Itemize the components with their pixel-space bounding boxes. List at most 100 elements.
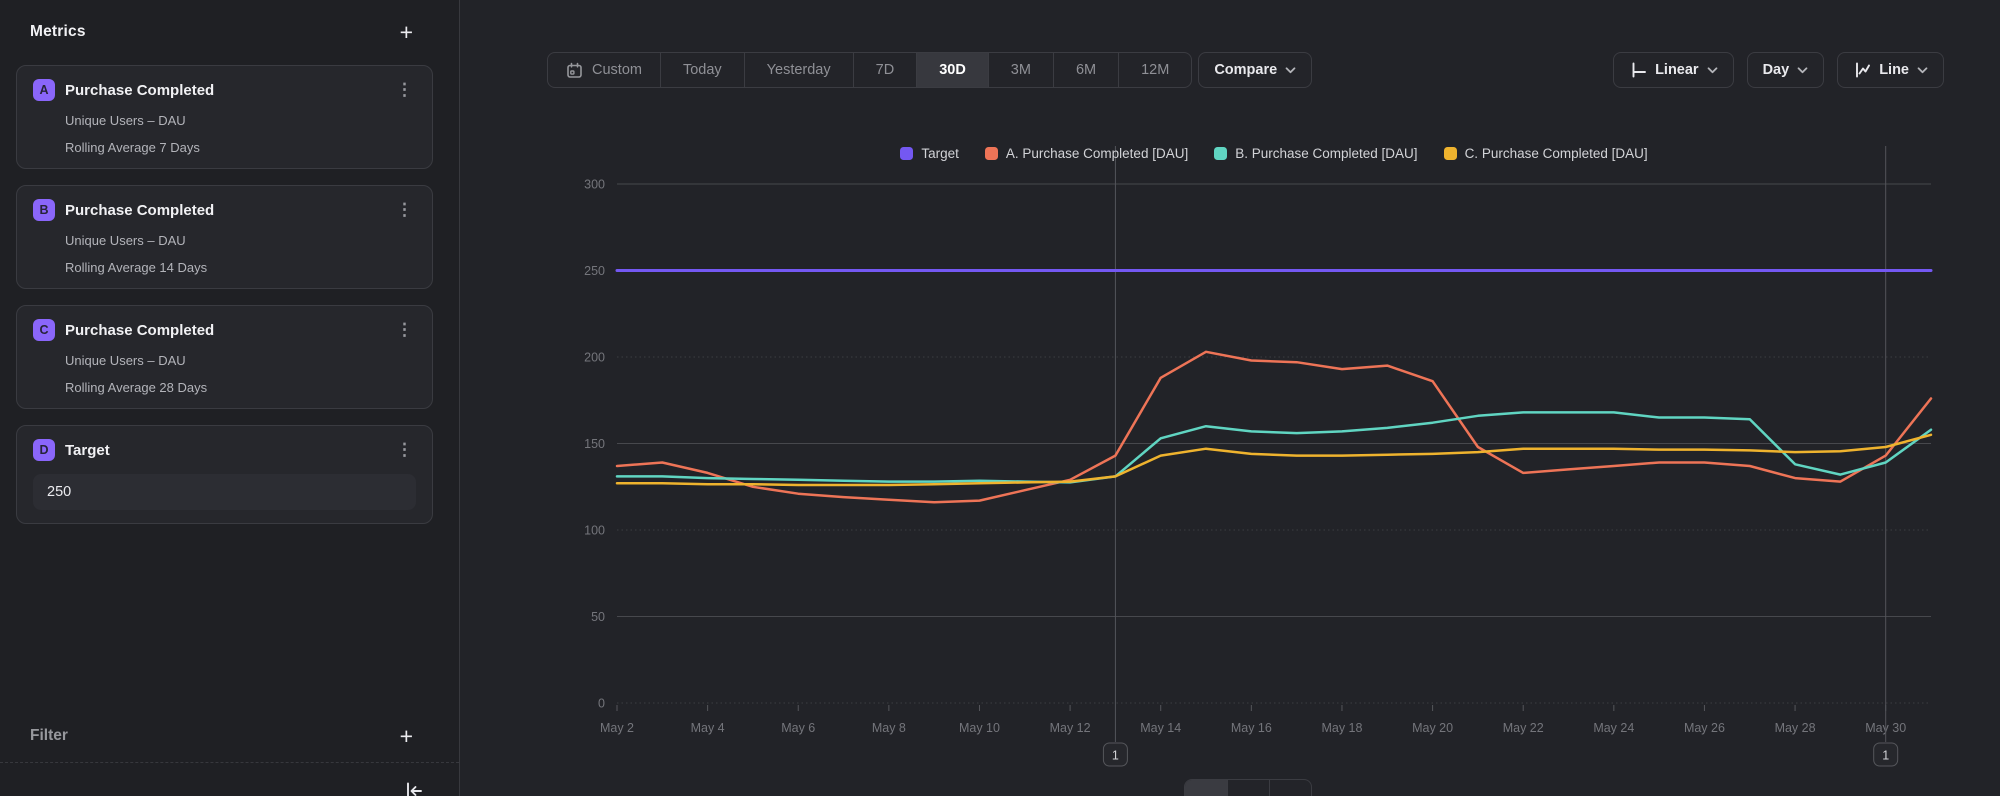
compare-button[interactable]: Compare: [1198, 52, 1312, 88]
chevron-down-icon: [1707, 67, 1718, 74]
target-card[interactable]: D Target ⋮ 250: [16, 425, 433, 524]
chevron-down-icon: [1797, 67, 1808, 74]
legend-item-target[interactable]: Target: [900, 146, 959, 161]
x-axis-label: May 20: [1412, 721, 1453, 735]
y-axis-label: 200: [584, 351, 605, 365]
metric-badge-a: A: [33, 79, 55, 101]
legend-swatch: [900, 147, 913, 160]
kebab-menu-icon[interactable]: ⋮: [393, 200, 416, 220]
legend-label: C. Purchase Completed [DAU]: [1465, 146, 1648, 161]
metric-measurement[interactable]: Unique Users – DAU: [65, 353, 416, 368]
metric-badge-d: D: [33, 439, 55, 461]
range-12m[interactable]: 12M: [1118, 53, 1191, 87]
metric-card-b[interactable]: B Purchase Completed ⋮ Unique Users – DA…: [16, 185, 433, 289]
range-label: Yesterday: [767, 62, 831, 78]
metric-card-list: A Purchase Completed ⋮ Unique Users – DA…: [16, 65, 433, 524]
chevron-down-icon: [1285, 67, 1296, 74]
target-card-header: D Target ⋮: [33, 439, 416, 461]
granularity-dropdown[interactable]: Day: [1747, 52, 1825, 88]
view-toggle-chart[interactable]: [1185, 780, 1227, 796]
x-axis-label: May 14: [1140, 721, 1181, 735]
range-custom[interactable]: Custom: [548, 53, 660, 87]
y-axis-label: 100: [584, 524, 605, 538]
legend-swatch: [985, 147, 998, 160]
legend-item-a[interactable]: A. Purchase Completed [DAU]: [985, 146, 1188, 161]
compare-label: Compare: [1214, 62, 1277, 78]
kebab-menu-icon[interactable]: ⋮: [393, 320, 416, 340]
toolbar-left-group: Custom Today Yesterday 7D 30D 3M 6M 12M …: [547, 52, 1312, 88]
calendar-icon: [566, 62, 583, 79]
x-axis-label: May 28: [1775, 721, 1816, 735]
kebab-menu-icon[interactable]: ⋮: [393, 80, 416, 100]
metrics-section-title: Metrics: [30, 23, 86, 41]
metric-title: Purchase Completed: [65, 82, 393, 99]
granularity-label: Day: [1763, 62, 1790, 78]
annotation-badge-label: 1: [1882, 749, 1889, 763]
range-label: 3M: [1011, 62, 1031, 78]
view-toggle-table[interactable]: [1227, 780, 1269, 796]
range-30d[interactable]: 30D: [916, 53, 988, 87]
collapse-sidebar-icon[interactable]: [403, 780, 425, 796]
range-today[interactable]: Today: [660, 53, 744, 87]
range-6m[interactable]: 6M: [1053, 53, 1118, 87]
metric-card-c[interactable]: C Purchase Completed ⋮ Unique Users – DA…: [16, 305, 433, 409]
y-axis-label: 0: [598, 697, 605, 711]
legend-label: A. Purchase Completed [DAU]: [1006, 146, 1188, 161]
line-chart-canvas[interactable]: 050100150200250300May 2May 4May 6May 8Ma…: [460, 0, 1999, 796]
legend-item-b[interactable]: B. Purchase Completed [DAU]: [1214, 146, 1417, 161]
target-title: Target: [65, 442, 393, 459]
x-axis-label: May 12: [1050, 721, 1091, 735]
range-yesterday[interactable]: Yesterday: [744, 53, 853, 87]
add-filter-icon[interactable]: +: [400, 726, 413, 746]
metric-card-a[interactable]: A Purchase Completed ⋮ Unique Users – DA…: [16, 65, 433, 169]
range-7d[interactable]: 7D: [853, 53, 917, 87]
metrics-dashboard: Metrics + A Purchase Completed ⋮ Unique …: [0, 0, 2000, 796]
chart-legend: Target A. Purchase Completed [DAU] B. Pu…: [617, 146, 1931, 161]
chevron-down-icon: [1917, 67, 1928, 74]
legend-swatch: [1444, 147, 1457, 160]
legend-label: Target: [921, 146, 959, 161]
metric-transform[interactable]: Rolling Average 28 Days: [65, 380, 416, 395]
annotation-badge-label: 1: [1112, 749, 1119, 763]
scale-dropdown[interactable]: Linear: [1613, 52, 1734, 88]
metric-measurement[interactable]: Unique Users – DAU: [65, 233, 416, 248]
x-axis-label: May 18: [1321, 721, 1362, 735]
legend-swatch: [1214, 147, 1227, 160]
x-axis-label: May 6: [781, 721, 815, 735]
y-axis-label: 300: [584, 178, 605, 192]
metric-badge-c: C: [33, 319, 55, 341]
x-axis-label: May 24: [1593, 721, 1634, 735]
legend-label: B. Purchase Completed [DAU]: [1235, 146, 1417, 161]
range-label: 7D: [876, 62, 895, 78]
y-axis-label: 50: [591, 610, 605, 624]
line-chart-icon: [1853, 61, 1871, 79]
range-3m[interactable]: 3M: [988, 53, 1053, 87]
series-line-4[interactable]: [617, 435, 1931, 485]
chart-panel: Custom Today Yesterday 7D 30D 3M 6M 12M …: [460, 0, 2000, 796]
sidebar: Metrics + A Purchase Completed ⋮ Unique …: [0, 0, 460, 796]
y-axis-label: 250: [584, 264, 605, 278]
metric-badge-b: B: [33, 199, 55, 221]
add-metric-icon[interactable]: +: [400, 22, 413, 42]
target-value-input[interactable]: 250: [33, 474, 416, 510]
filter-section-title: Filter: [30, 727, 68, 745]
x-axis-label: May 22: [1503, 721, 1544, 735]
legend-item-c[interactable]: C. Purchase Completed [DAU]: [1444, 146, 1648, 161]
metric-transform[interactable]: Rolling Average 7 Days: [65, 140, 416, 155]
chart-type-dropdown[interactable]: Line: [1837, 52, 1944, 88]
metric-measurement[interactable]: Unique Users – DAU: [65, 113, 416, 128]
series-line-3[interactable]: [617, 412, 1931, 482]
metrics-header: Metrics +: [30, 22, 413, 42]
metric-card-c-header: C Purchase Completed ⋮: [33, 319, 416, 341]
filter-header: Filter +: [30, 726, 413, 746]
metric-transform[interactable]: Rolling Average 14 Days: [65, 260, 416, 275]
linear-scale-icon: [1629, 61, 1647, 79]
range-label: 12M: [1141, 62, 1169, 78]
metric-card-a-header: A Purchase Completed ⋮: [33, 79, 416, 101]
view-toggle-card[interactable]: [1269, 780, 1311, 796]
x-axis-label: May 16: [1231, 721, 1272, 735]
chart-view-toggle: [1184, 779, 1312, 796]
scale-label: Linear: [1655, 62, 1699, 78]
toolbar-right-group: Linear Day Line: [1613, 52, 1944, 88]
kebab-menu-icon[interactable]: ⋮: [393, 440, 416, 460]
